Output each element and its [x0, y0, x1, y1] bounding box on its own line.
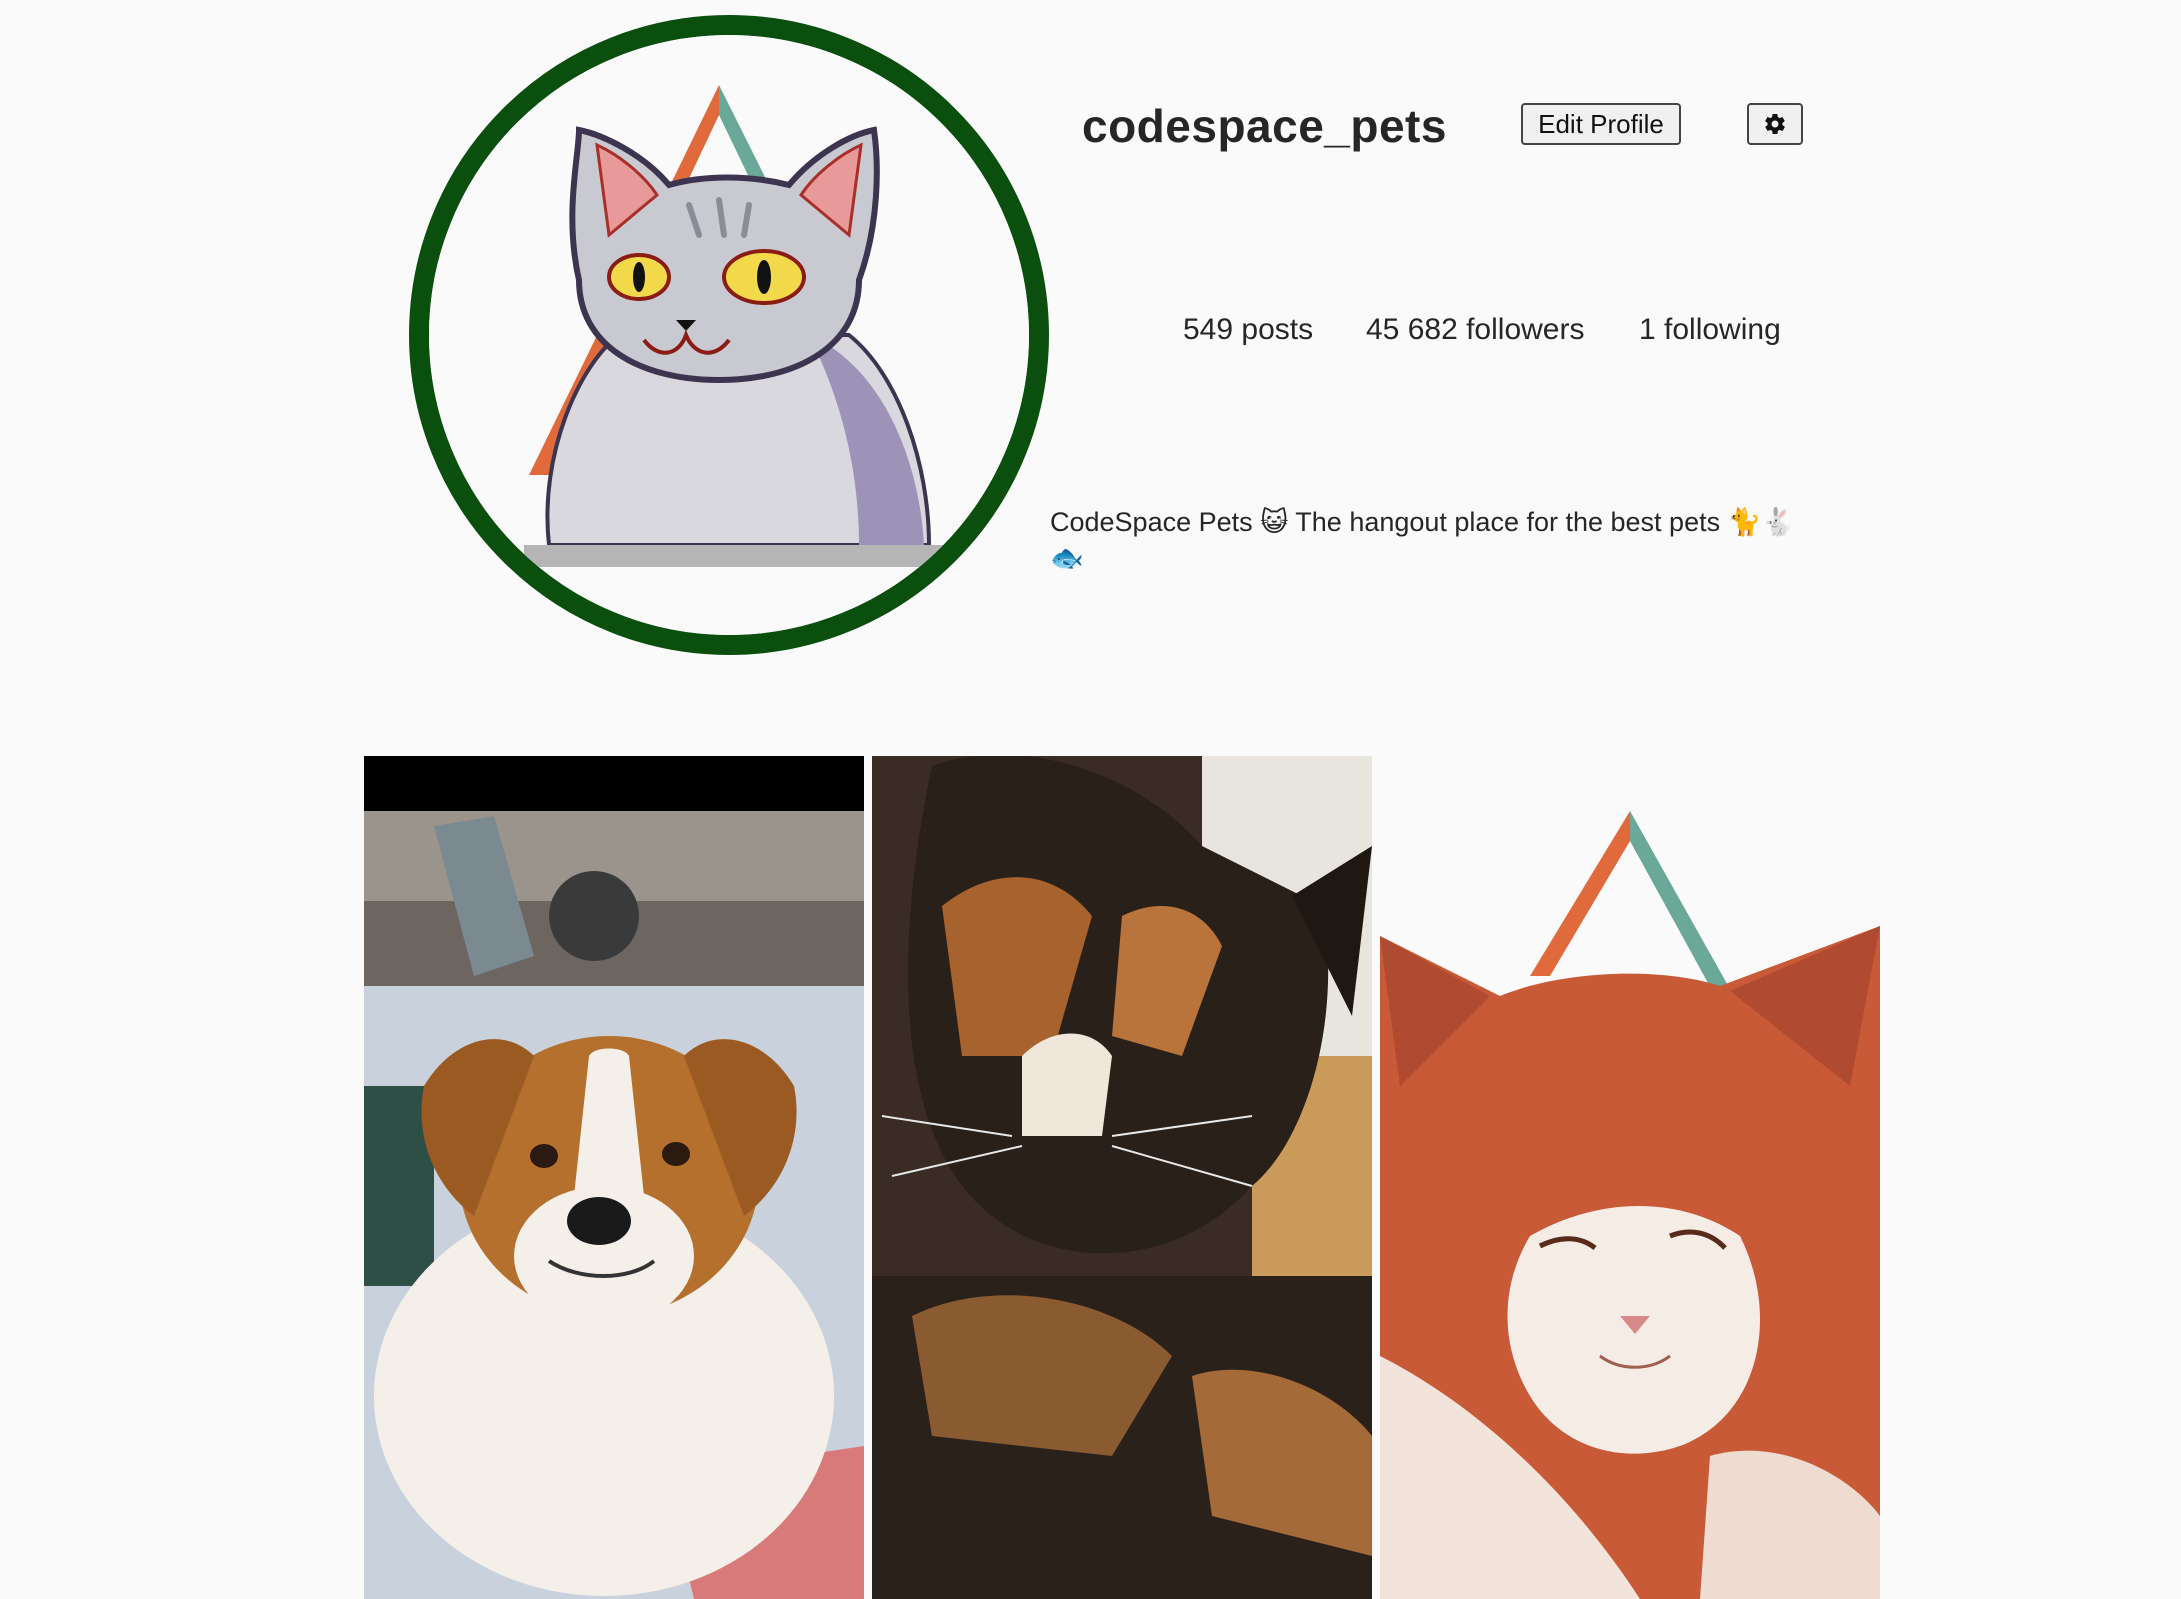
- posts-count: 549 posts: [1183, 313, 1314, 346]
- followers-count[interactable]: 45 682 followers: [1366, 310, 1584, 350]
- dog-photo: [364, 756, 864, 1599]
- calico-cat-photo: [872, 756, 1372, 1599]
- profile-bio: CodeSpace Pets 😺 The hangout place for t…: [1050, 507, 1795, 573]
- post-tile-calico-cat[interactable]: [872, 756, 1372, 1599]
- post-tile-orange-cat[interactable]: [1380, 756, 1880, 1599]
- settings-button[interactable]: [1747, 103, 1803, 145]
- edit-profile-button[interactable]: Edit Profile: [1521, 103, 1681, 145]
- cat-logo-icon: [429, 35, 1029, 635]
- gear-icon: [1765, 113, 1785, 135]
- profile-username: codespace_pets: [1082, 100, 1447, 152]
- orange-cat-photo: [1380, 756, 1880, 1599]
- post-tile-dog[interactable]: [364, 756, 864, 1599]
- profile-avatar[interactable]: [409, 15, 1049, 655]
- following-count[interactable]: 1 following: [1639, 310, 1781, 350]
- profile-page: codespace_pets Edit Profile 549 posts 45…: [0, 0, 2181, 1599]
- posts-grid: [364, 756, 1881, 1599]
